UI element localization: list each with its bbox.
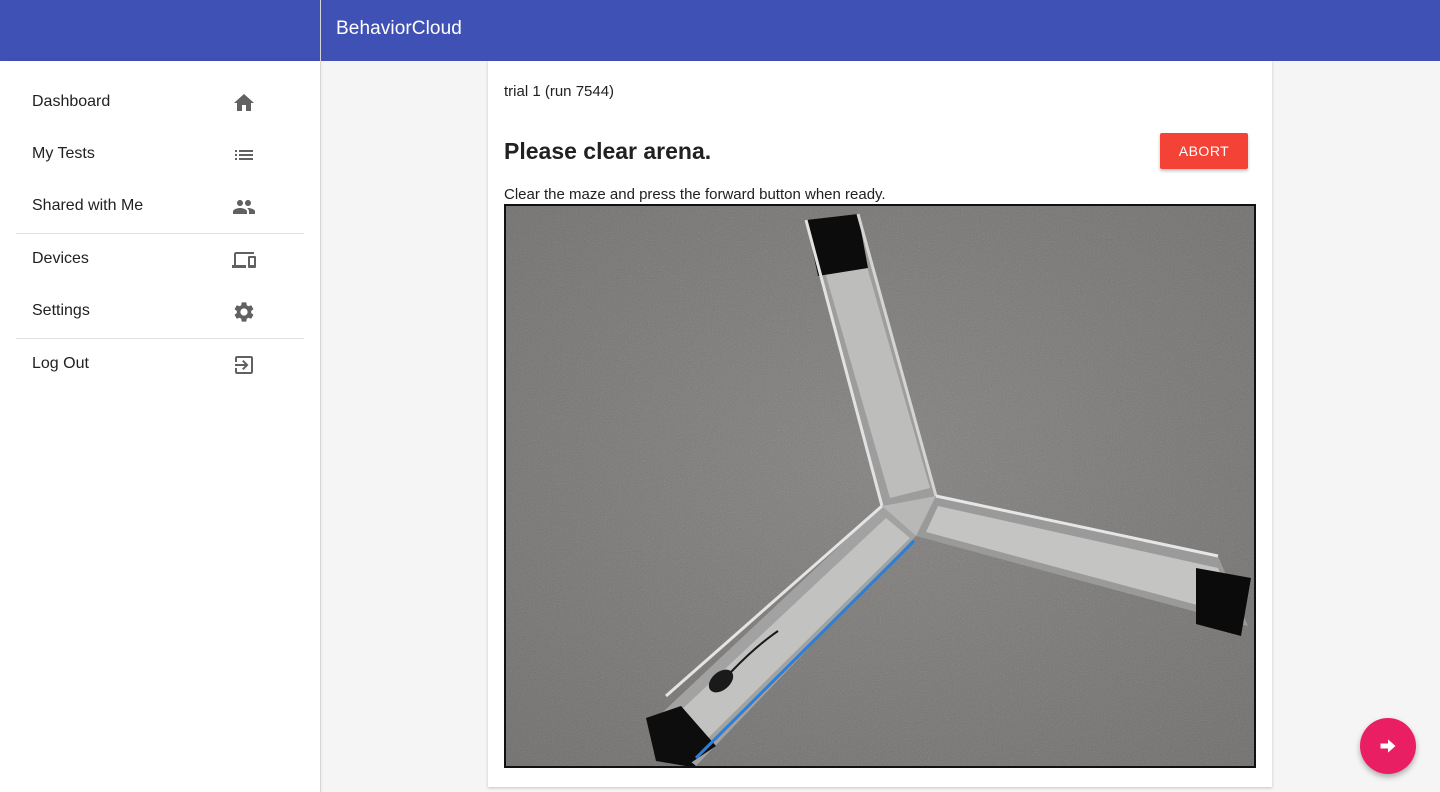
instructions-text: Clear the maze and press the forward but… xyxy=(504,186,886,203)
sidebar-item-label: Dashboard xyxy=(32,93,111,110)
sidebar-border xyxy=(320,0,321,792)
sidebar-item-label: Shared with Me xyxy=(32,197,144,214)
y-maze-image xyxy=(506,206,1254,766)
trial-label: trial 1 (run 7544) xyxy=(504,83,615,100)
people-icon xyxy=(232,195,256,219)
gear-icon xyxy=(232,300,256,324)
list-icon xyxy=(232,143,256,167)
sidebar-item-label: My Tests xyxy=(32,145,95,162)
home-icon xyxy=(232,91,256,115)
sidebar-item-label: Devices xyxy=(32,250,89,267)
forward-fab-button[interactable] xyxy=(1360,718,1416,774)
prompt-title: Please clear arena. xyxy=(504,138,712,164)
sidebar-item-dashboard[interactable]: Dashboard xyxy=(0,77,320,129)
exit-icon xyxy=(232,353,256,377)
trial-card: trial 1 (run 7544) Please clear arena. A… xyxy=(488,61,1272,787)
arena-camera-view xyxy=(504,204,1256,768)
sidebar-item-label: Settings xyxy=(32,302,90,319)
sidebar-item-my-tests[interactable]: My Tests xyxy=(0,129,320,181)
app-bar: BehaviorCloud xyxy=(321,0,1440,61)
sidebar-item-settings[interactable]: Settings xyxy=(0,286,320,338)
abort-button[interactable]: ABORT xyxy=(1160,133,1248,169)
sidebar-item-devices[interactable]: Devices xyxy=(0,234,320,286)
sidebar-item-shared-with-me[interactable]: Shared with Me xyxy=(0,181,320,233)
app-title: BehaviorCloud xyxy=(336,18,462,39)
sidebar-item-log-out[interactable]: Log Out xyxy=(0,339,320,391)
devices-icon xyxy=(232,248,256,272)
forward-arrow-icon xyxy=(1380,739,1396,753)
sidebar-nav: Dashboard My Tests Shared with Me Device… xyxy=(0,61,320,792)
sidebar-item-label: Log Out xyxy=(32,355,89,372)
sidebar-header xyxy=(0,0,320,61)
